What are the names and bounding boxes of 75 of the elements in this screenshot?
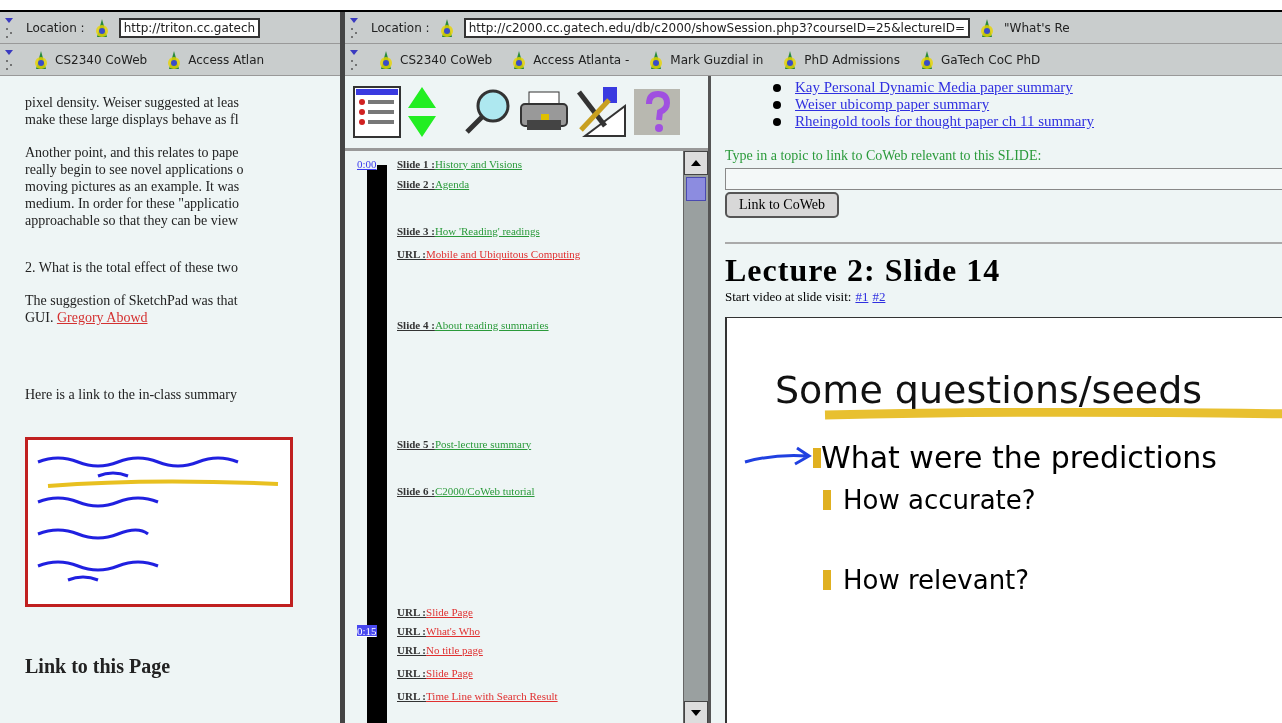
paragraph-line: The suggestion of SketchPad was that — [25, 292, 239, 309]
item-label: Slide 4 : — [397, 318, 435, 331]
url-link[interactable]: Slide Page — [426, 605, 473, 618]
link-button[interactable]: Link to CoWeb — [725, 192, 839, 218]
slide-subbullet: How relevant? — [843, 565, 1030, 595]
bullet-icon — [773, 117, 781, 126]
bookmark-button[interactable]: CS2340 CoWeb — [30, 48, 148, 71]
bullet-icon — [773, 100, 781, 109]
paragraph-line: Here is a link to the in-class summary — [25, 386, 238, 403]
url-link[interactable]: Mobile and Ubiquitous Computing — [426, 247, 581, 260]
url-link[interactable]: Slide Page — [426, 666, 473, 679]
bookmark-button[interactable]: Mark Guzdial in — [645, 48, 764, 71]
item-label: Slide 5 : — [397, 437, 435, 450]
location-label: Location : — [371, 20, 430, 35]
scrollbar[interactable] — [683, 151, 708, 723]
location-label: Location : — [26, 20, 85, 35]
bookmark-button[interactable]: GaTech CoC PhD — [915, 48, 1041, 71]
item-label: URL : — [397, 605, 427, 618]
topic-field[interactable] — [725, 168, 1282, 190]
paragraph-text: GUI. — [25, 310, 55, 325]
bookmark-button[interactable]: PhD Admissions — [779, 48, 900, 71]
video-prompt: Start video at slide visit: — [725, 289, 852, 305]
url-field[interactable]: http://c2000.cc.gatech.edu/db/c2000/showSession.php3?courseID=25&lectureID= — [463, 17, 971, 38]
scroll-up-icon[interactable] — [691, 160, 701, 166]
summary-link[interactable]: Weiser ubicomp paper summary — [795, 96, 990, 113]
url-link[interactable]: No title page — [426, 643, 483, 656]
item-label: Slide 6 : — [397, 484, 435, 497]
item-label: Slide 2 : — [397, 177, 435, 190]
item-label: Slide 3 : — [397, 224, 435, 237]
summary-link[interactable]: Rheingold tools for thought paper ch 11 summary — [795, 113, 1094, 130]
scroll-down-icon[interactable] — [691, 710, 701, 716]
paragraph-line: pixel density. Weiser suggested at leas — [25, 94, 240, 111]
help-icon[interactable] — [633, 88, 681, 136]
time-marker[interactable]: 0:15 — [357, 624, 377, 637]
bookmark-button[interactable]: CS2340 CoWeb — [375, 48, 493, 71]
paragraph-line: 2. What is the total effect of these two — [25, 259, 239, 276]
tools-icon[interactable] — [575, 86, 627, 138]
bullet-icon — [773, 83, 781, 92]
video-link[interactable]: #1 — [855, 289, 869, 305]
item-label: URL : — [397, 643, 427, 656]
paragraph-line: Another point, and this relates to pape — [25, 144, 240, 161]
author-link[interactable]: Gregory Abowd — [56, 310, 148, 325]
item-label: URL : — [397, 624, 427, 637]
slide-title: Some questions/seeds — [775, 368, 1204, 412]
paragraph-line: approachable so that they can be view — [25, 212, 240, 229]
url-link[interactable]: What's Who — [426, 624, 481, 637]
scroll-thumb[interactable] — [686, 177, 706, 201]
grip-icon[interactable] — [4, 15, 14, 40]
topic-prompt: Type in a topic to link to CoWeb relevant to this SLIDE: — [725, 148, 1043, 164]
lecture-title: Lecture 2: Slide 14 — [725, 252, 1002, 289]
item-label: URL : — [397, 689, 427, 702]
paragraph-line: really begin to see novel applications o — [25, 161, 245, 178]
item-label: URL : — [397, 247, 427, 260]
slide-subbullet: How accurate? — [843, 485, 1036, 515]
bookmark-button[interactable]: Access Atlan — [163, 48, 265, 71]
grip-icon[interactable] — [4, 47, 14, 72]
grip-icon[interactable] — [349, 47, 359, 72]
item-label: URL : — [397, 666, 427, 679]
summary-link[interactable]: Kay Personal Dynamic Media paper summary — [795, 79, 1073, 96]
video-link[interactable]: #2 — [872, 289, 886, 305]
bullet-icon — [823, 490, 831, 510]
section-heading: Link to this Page — [25, 655, 172, 678]
bookmark-button[interactable]: Access Atlanta - — [508, 48, 630, 71]
item-label: Slide 1 : — [397, 157, 435, 170]
url-link[interactable]: Time Line with Search Result — [426, 689, 558, 702]
slide-bullet: What were the predictions — [821, 440, 1217, 475]
paragraph-line: medium. In order for these "applicatio — [25, 195, 241, 212]
slide-list-icon[interactable] — [353, 86, 401, 138]
url-field[interactable]: http://triton.cc.gatech — [118, 17, 261, 38]
whats-related-button[interactable]: "What's Re — [1004, 20, 1070, 35]
grip-icon[interactable] — [349, 15, 359, 40]
bullet-icon — [823, 570, 831, 590]
paragraph-line: moving pictures as an example. It was — [25, 178, 241, 195]
paragraph-line: make these large displays behave as fl — [25, 111, 240, 128]
bullet-icon — [813, 447, 821, 468]
